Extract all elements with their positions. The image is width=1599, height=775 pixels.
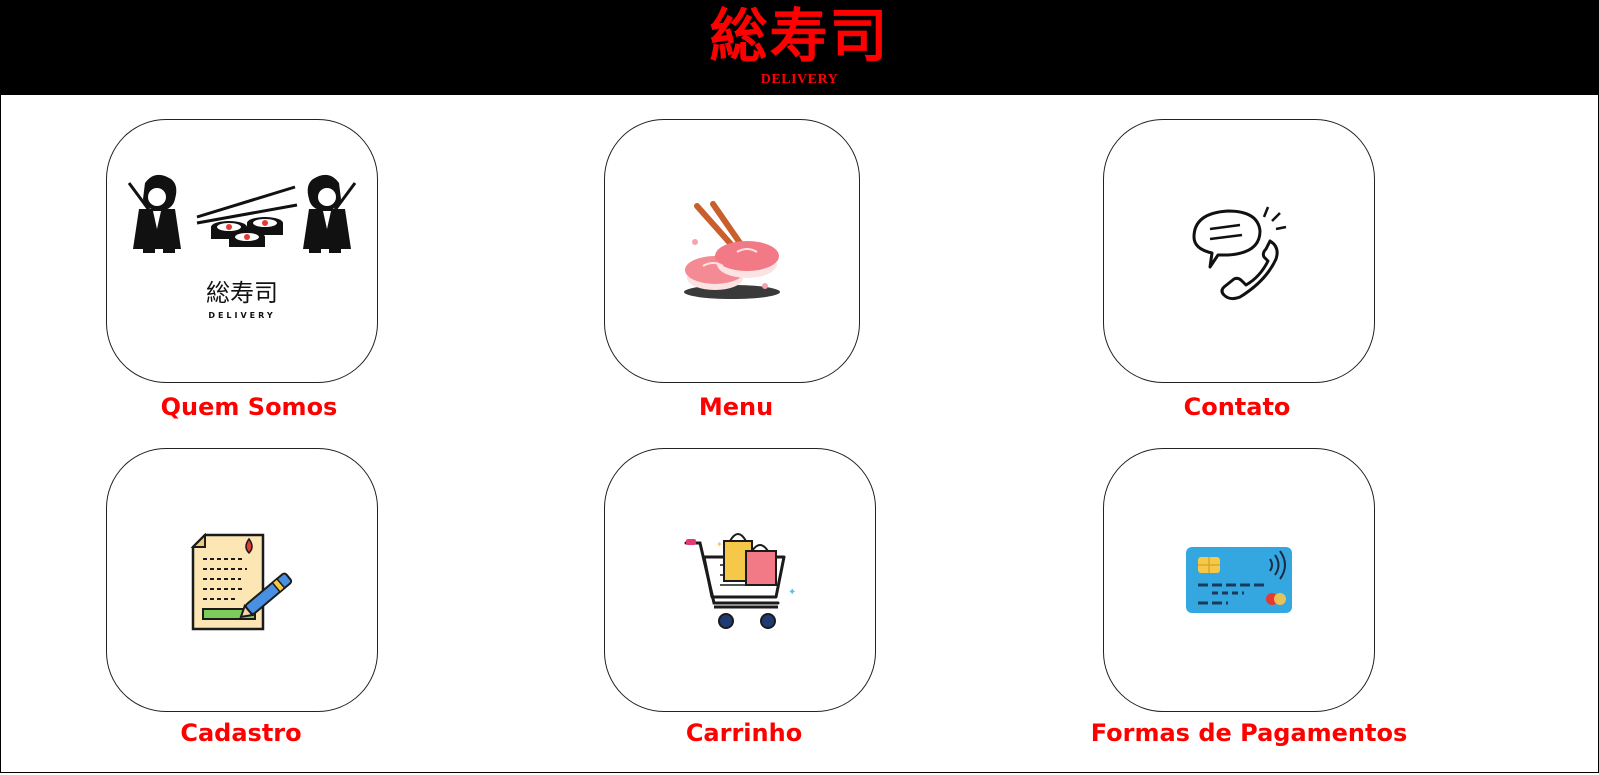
tile-cadastro[interactable] <box>106 448 378 712</box>
tile-label-cadastro[interactable]: Cadastro <box>180 719 301 747</box>
samurai-left-icon <box>127 174 181 253</box>
sushi-rolls-icon <box>211 217 283 247</box>
logo-subtitle: DELIVERY <box>208 311 275 320</box>
tile-quem-somos[interactable]: 総寿司 DELIVERY <box>106 119 378 383</box>
phone-chat-icon <box>1192 206 1287 301</box>
main-grid: 総寿司 DELIVERY Quem Somos Menu Contato Cad… <box>0 95 1599 773</box>
tile-contato[interactable] <box>1103 119 1375 383</box>
tile-label-menu[interactable]: Menu <box>699 393 773 421</box>
brand-subtitle: DELIVERY <box>760 72 839 87</box>
brand-title[interactable]: 総寿司 <box>0 4 1599 68</box>
registration-form-icon <box>190 532 293 631</box>
tile-label-contato[interactable]: Contato <box>1184 393 1291 421</box>
tile-menu[interactable] <box>604 119 860 383</box>
tile-label-quem-somos[interactable]: Quem Somos <box>161 393 338 421</box>
svg-text:✦: ✦ <box>788 587 796 598</box>
logo-title: 総寿司 <box>206 279 278 307</box>
credit-card-icon <box>1186 547 1292 613</box>
tile-label-carrinho[interactable]: Carrinho <box>686 719 802 747</box>
tile-label-formas-de-pagamentos[interactable]: Formas de Pagamentos <box>1091 719 1408 747</box>
tile-formas-de-pagamentos[interactable] <box>1103 448 1375 712</box>
sushi-icon <box>684 201 780 299</box>
svg-text:✦: ✦ <box>716 540 723 549</box>
shopping-cart-icon: ✦ ✦ <box>684 533 796 629</box>
site-header: 総寿司 DELIVERY <box>0 0 1599 95</box>
samurai-right-icon <box>303 174 357 253</box>
about-us-logo-icon: 総寿司 DELIVERY <box>127 174 357 320</box>
tile-carrinho[interactable]: ✦ ✦ <box>604 448 876 712</box>
